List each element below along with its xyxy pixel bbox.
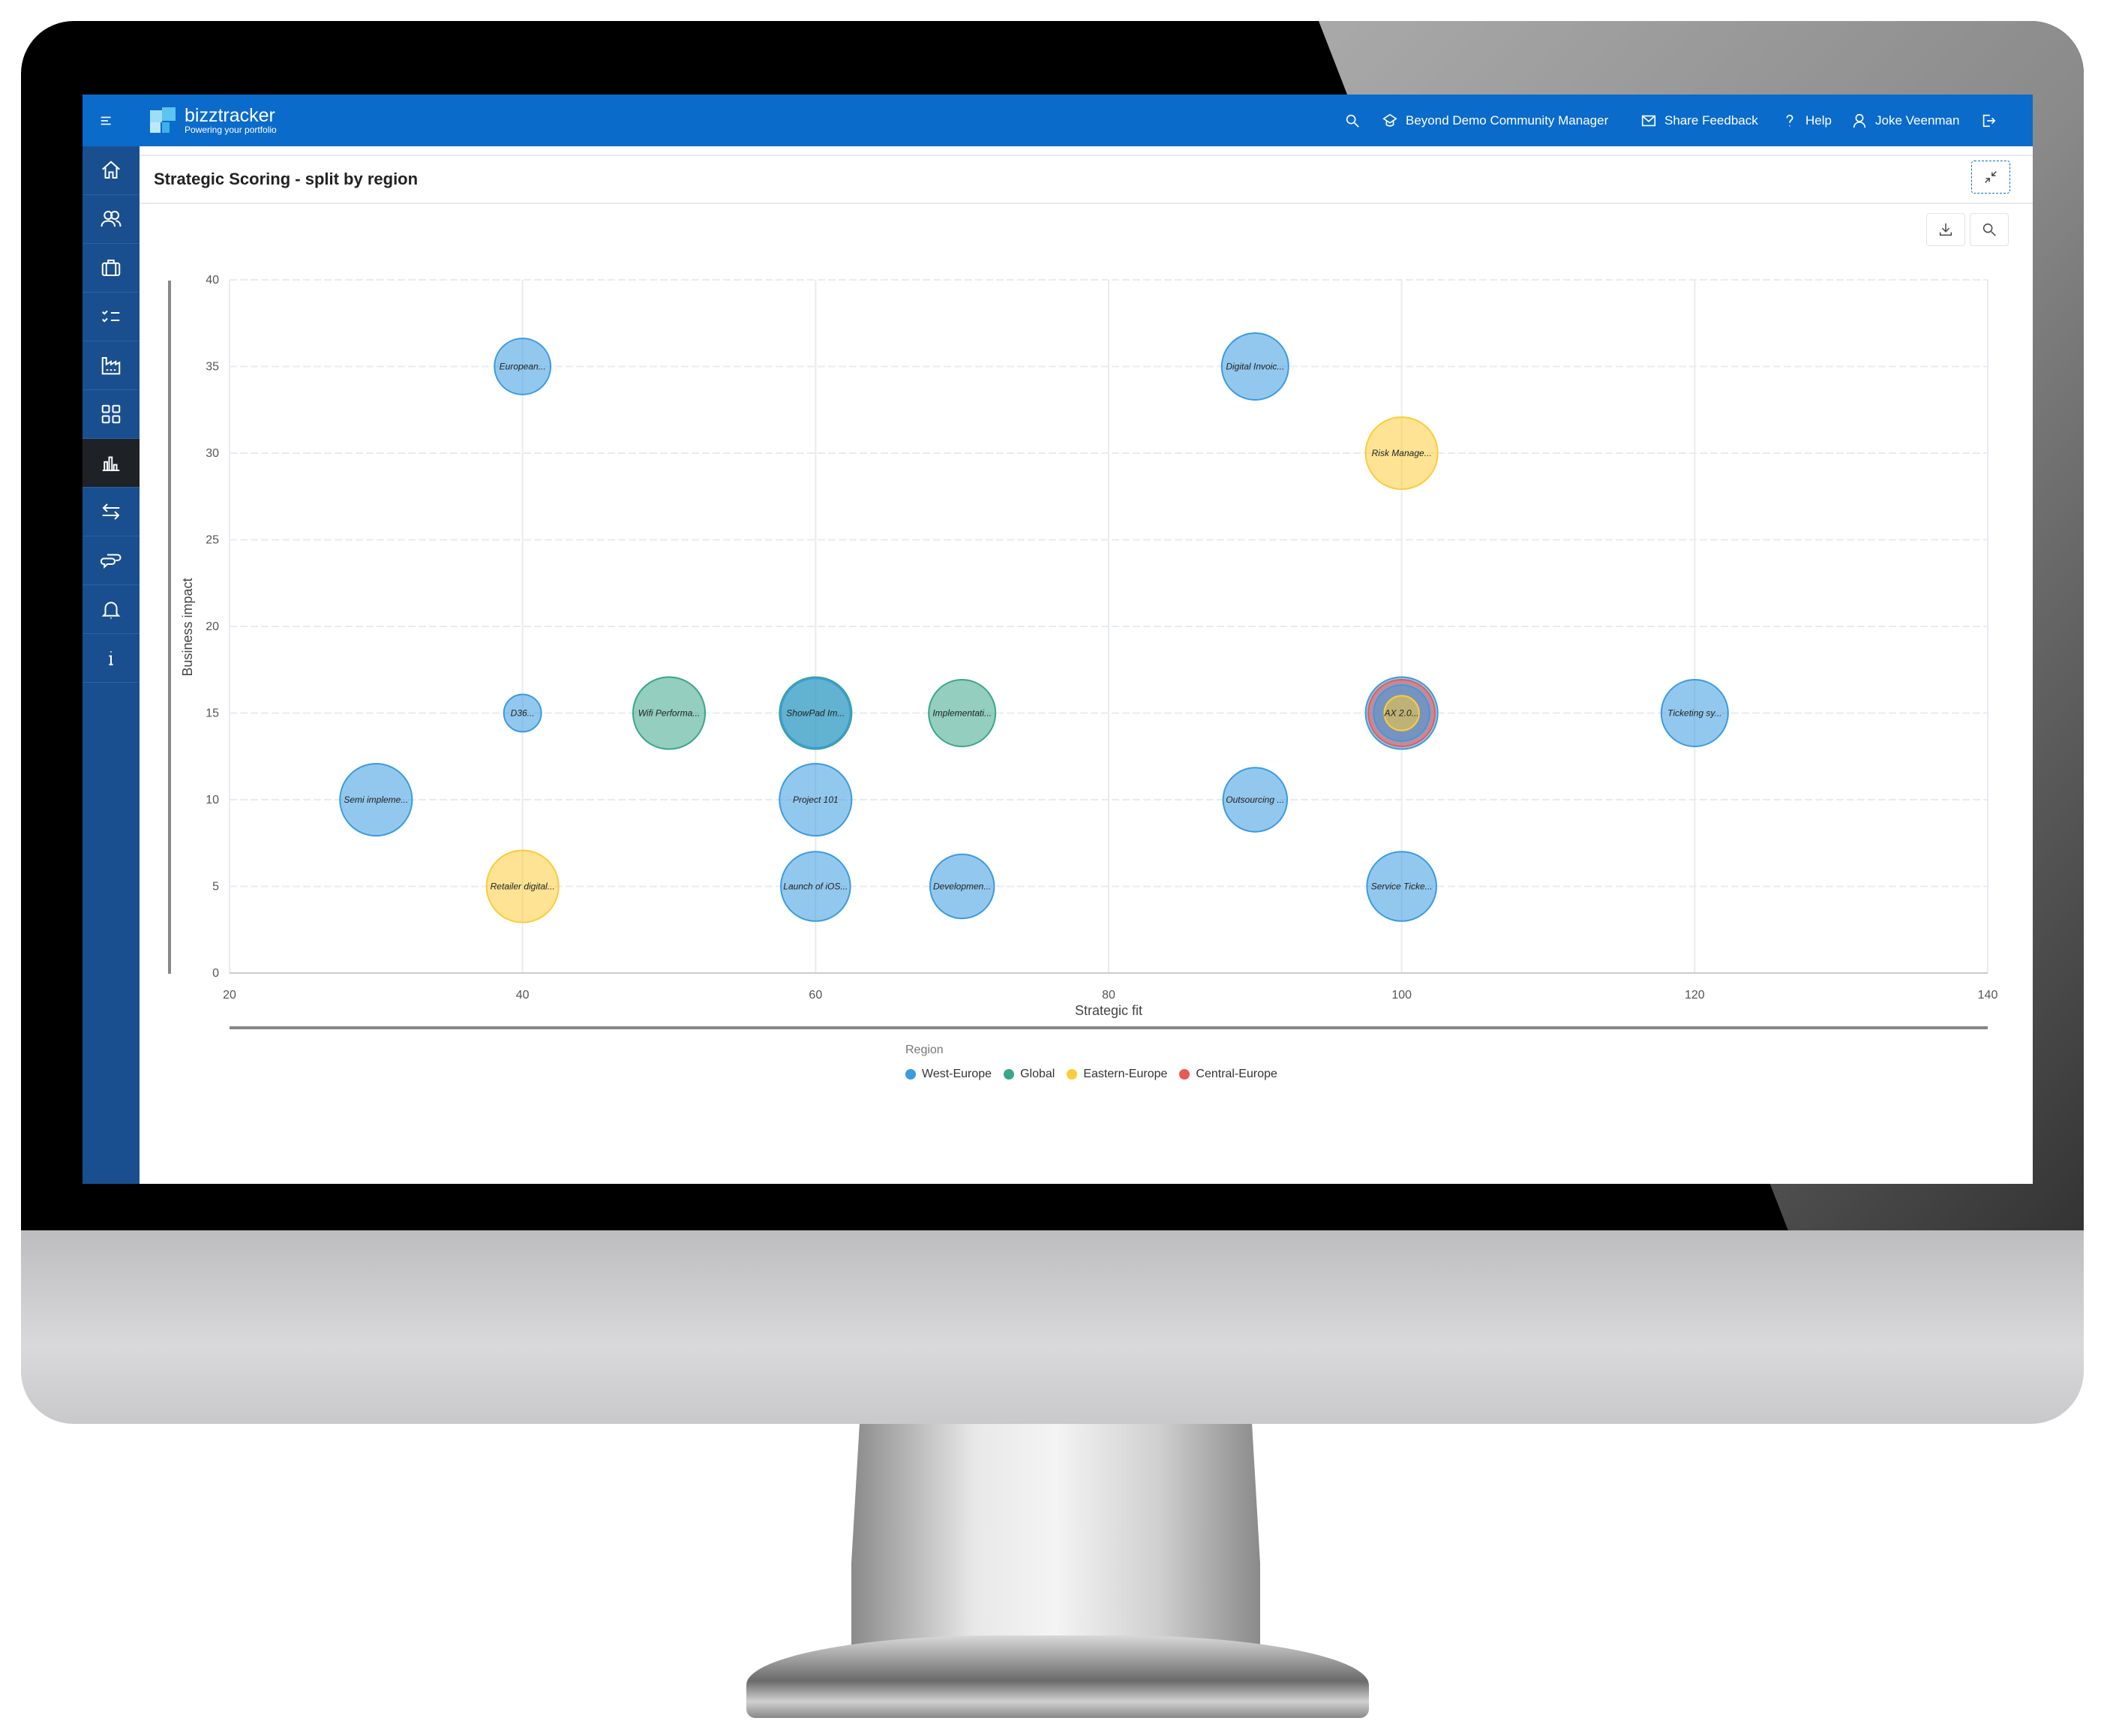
y-tick-label: 15: [206, 707, 219, 720]
bubble-label: Retailer digital...: [491, 882, 555, 892]
bubble-label: European...: [500, 362, 546, 372]
y-tick-label: 30: [206, 447, 219, 460]
y-tick-label: 5: [212, 881, 219, 894]
bubble[interactable]: Implementati...: [928, 679, 997, 747]
bubble[interactable]: Wifi Performa...: [632, 676, 707, 750]
bubble-label: Implementati...: [932, 708, 992, 719]
legend-item[interactable]: Central-Europe: [1179, 1068, 1277, 1081]
monitor-base: [746, 1635, 1369, 1718]
bubble-label: Project 101: [793, 794, 839, 805]
y-axis-title: Business impact: [180, 578, 195, 676]
x-tick-label: 60: [809, 989, 822, 1002]
x-tick-label: 100: [1391, 989, 1412, 1002]
bubble[interactable]: Launch of iOS...: [780, 851, 851, 922]
app-screen: bizztracker Powering your portfolio Beyo…: [83, 95, 2033, 1184]
bubble-label: Launch of iOS...: [783, 882, 848, 892]
legend-swatch: [1004, 1069, 1015, 1080]
bubble[interactable]: ShowPad Im...: [780, 677, 851, 749]
legend-swatch: [905, 1069, 916, 1080]
bubble[interactable]: Retailer digital...: [485, 849, 560, 924]
legend-swatch: [1179, 1069, 1190, 1080]
bubble[interactable]: Risk Manage...: [1364, 416, 1439, 491]
y-tick-label: 35: [206, 361, 219, 374]
bubble-label: Developmen...: [933, 882, 991, 892]
bubble[interactable]: Outsourcing ...: [1222, 767, 1289, 833]
y-tick-label: 10: [206, 794, 219, 806]
x-tick-label: 40: [516, 989, 530, 1002]
bubble[interactable]: Service Ticke...: [1366, 851, 1437, 922]
legend-item[interactable]: Global: [1004, 1068, 1055, 1081]
bubble-label: Service Ticke...: [1371, 882, 1433, 892]
bubble[interactable]: Ticketing sy...: [1660, 679, 1729, 747]
legend-item[interactable]: West-Europe: [905, 1068, 992, 1081]
legend-swatch: [1067, 1069, 1078, 1080]
y-tick-label: 25: [206, 534, 219, 547]
y-tick-label: 20: [206, 620, 219, 633]
bubble-label: Semi impleme...: [344, 794, 408, 805]
bubble-label: Digital Invoic...: [1226, 362, 1284, 372]
x-tick-label: 140: [1978, 989, 1998, 1002]
bubble-label: D36...: [511, 708, 535, 719]
legend-label: Central-Europe: [1196, 1068, 1277, 1080]
bubble[interactable]: AX 2.0...: [1383, 695, 1420, 731]
legend-item[interactable]: Eastern-Europe: [1067, 1068, 1167, 1081]
y-tick-label: 40: [206, 274, 219, 287]
bubble[interactable]: Semi impleme...: [339, 762, 413, 837]
bubble-label: Outsourcing ...: [1226, 794, 1284, 805]
legend-label: West-Europe: [922, 1068, 992, 1080]
bubble-label: AX 2.0...: [1384, 708, 1419, 719]
x-tick-label: 80: [1102, 989, 1115, 1002]
legend: Region West-Europe Global Eastern-Europe Ce…: [905, 1044, 1289, 1083]
bubble[interactable]: Developmen...: [929, 853, 995, 920]
legend-title: Region: [905, 1044, 944, 1056]
bubble-label: Risk Manage...: [1372, 448, 1432, 458]
bubble-label: ShowPad Im...: [786, 708, 845, 719]
bubble-label: Wifi Performa...: [638, 708, 701, 719]
bubble[interactable]: Digital Invoic...: [1220, 332, 1289, 401]
monitor-chin: [21, 1230, 2084, 1424]
bubble-chart: 20 40 60 80 100 120 140 0 5 10 15 20 25 30 35 40 Semi i…: [168, 274, 1998, 1029]
x-axis-title: Strategic fit: [1075, 1003, 1142, 1018]
legend-label: Eastern-Europe: [1083, 1068, 1168, 1080]
bubble-label: Ticketing sy...: [1667, 708, 1721, 719]
bubble[interactable]: European...: [494, 338, 552, 395]
bubble[interactable]: Project 101: [779, 762, 853, 837]
x-tick-label: 120: [1685, 989, 1705, 1002]
monitor-stand: [851, 1424, 1260, 1656]
bubble[interactable]: D36...: [503, 693, 542, 733]
legend-label: Global: [1020, 1068, 1055, 1080]
y-tick-label: 0: [212, 967, 219, 980]
x-tick-label: 20: [223, 989, 236, 1002]
